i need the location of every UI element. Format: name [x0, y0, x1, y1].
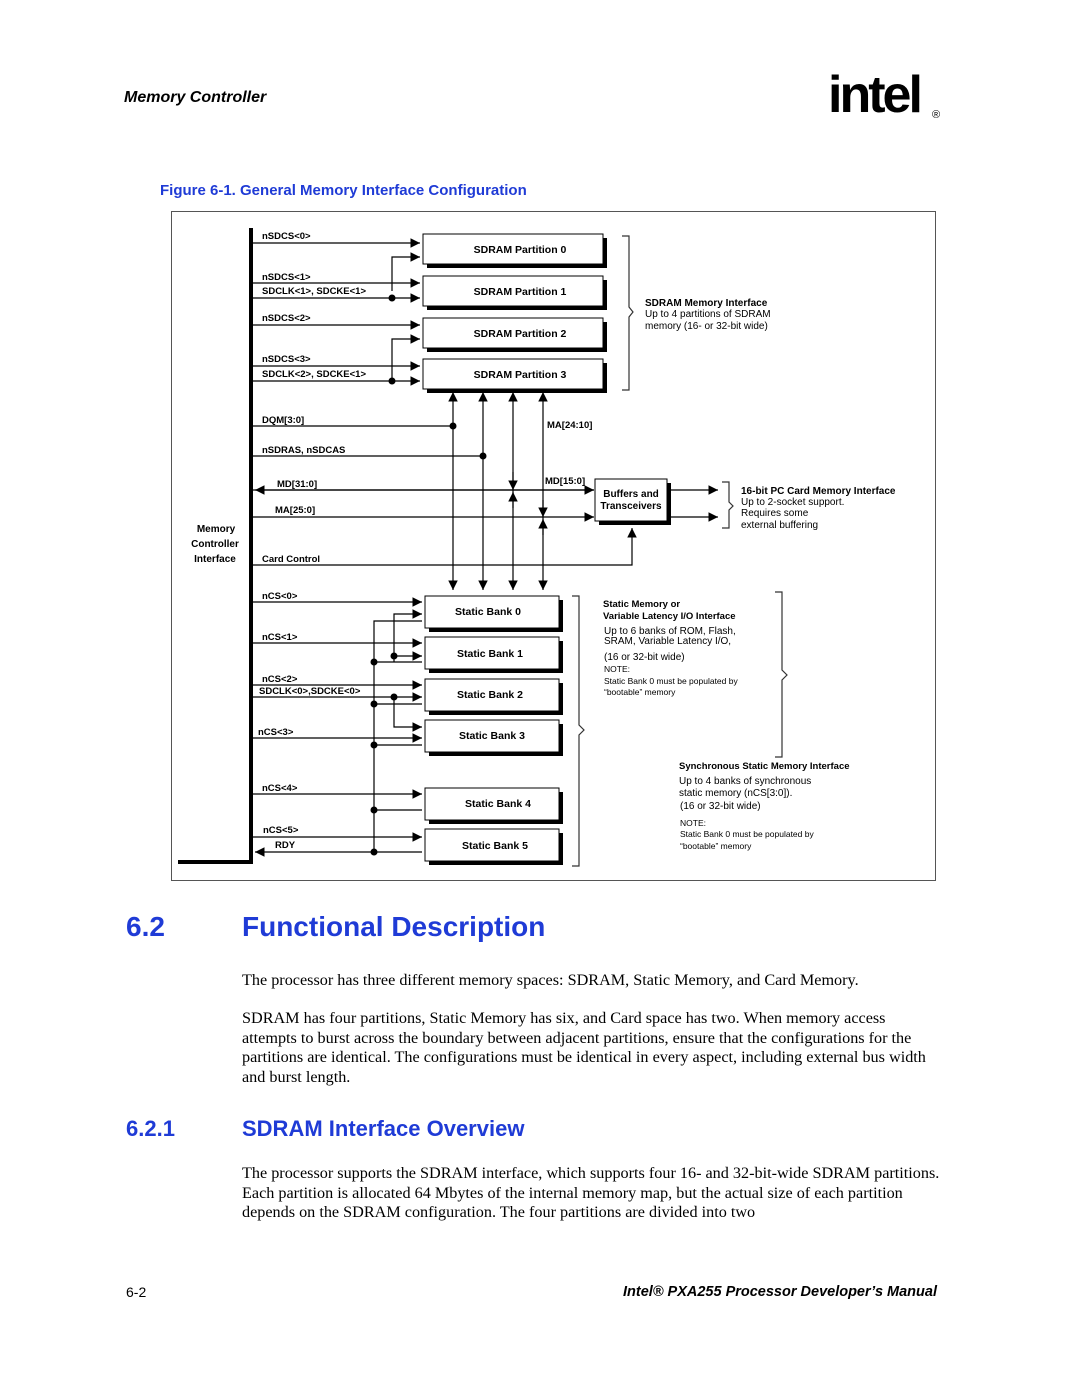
static-bank-4: Static Bank 4 — [465, 798, 531, 810]
static-note: Static Memory or Variable Latency I/O In… — [603, 599, 738, 697]
sync-brace — [775, 591, 788, 758]
pc-card-note: 16-bit PC Card Memory Interface Up to 2-… — [741, 486, 896, 531]
static-bank-2: Static Bank 2 — [457, 689, 523, 701]
buffers-transceivers: Buffers and Transceivers — [594, 478, 671, 525]
pc-card-note-line-2: Requires some — [741, 508, 809, 519]
memory-interface-diagram: SDRAM Partition 0 SDRAM Partition 1 SDRA… — [178, 228, 896, 867]
sdram-note: SDRAM Memory Interface Up to 4 partition… — [645, 298, 771, 332]
label-ma24: MA[24:10] — [547, 420, 592, 431]
label-ras-cas: nSDRAS, nSDCAS — [262, 445, 345, 456]
manual-title: Intel® PXA255 Processor Developer’s Manu… — [623, 1284, 937, 1300]
static-note-label: NOTE: — [604, 664, 630, 674]
sdram-partition-1: SDRAM Partition 1 — [474, 286, 567, 298]
label-nsdcs1: nSDCS<1> — [262, 272, 311, 283]
sdram-partitions: SDRAM Partition 0 SDRAM Partition 1 SDRA… — [422, 233, 607, 393]
controller-label-line-1: Memory — [197, 524, 236, 535]
sync-note-label: NOTE: — [680, 818, 706, 828]
static-bank-5: Static Bank 5 — [462, 840, 528, 852]
subsection-title: SDRAM Interface Overview — [242, 1116, 525, 1141]
static-bank-3: Static Bank 3 — [459, 730, 525, 742]
page-number: 6-2 — [126, 1284, 147, 1300]
static-note-line-2: SRAM, Variable Latency I/O, — [604, 636, 731, 647]
sync-note-note-1: Static Bank 0 must be populated by — [680, 829, 814, 839]
sdram-partition-2: SDRAM Partition 2 — [474, 328, 567, 340]
paragraph: SDRAM has four partitions, Static Memory… — [242, 1009, 926, 1086]
static-bank-1: Static Bank 1 — [457, 648, 523, 660]
static-banks: Static Bank 0 Static Bank 1 Static Bank … — [424, 595, 563, 865]
sync-note-title: Synchronous Static Memory Interface — [679, 761, 850, 772]
static-bank-0: Static Bank 0 — [455, 606, 521, 618]
label-dqm: DQM[3:0] — [262, 415, 304, 426]
pc-card-brace — [722, 481, 734, 529]
label-sdclk1: SDCLK<1>, SDCKE<1> — [262, 286, 366, 297]
sdram-partition-3: SDRAM Partition 3 — [474, 369, 567, 381]
pc-card-note-title: 16-bit PC Card Memory Interface — [741, 486, 896, 497]
label-card-control: Card Control — [262, 554, 320, 565]
buffers-label-1: Buffers and — [603, 489, 659, 500]
label-ncs1: nCS<1> — [262, 632, 298, 643]
sdram-brace — [622, 235, 634, 391]
label-sdclk0: SDCLK<0>,SDCKE<0> — [259, 686, 361, 697]
sdram-note-line-1: Up to 4 partitions of SDRAM — [645, 309, 771, 320]
label-nsdcs3: nSDCS<3> — [262, 354, 311, 365]
sdram-partition-0: SDRAM Partition 0 — [474, 244, 567, 256]
pc-card-note-line-3: external buffering — [741, 520, 818, 531]
label-ma25: MA[25:0] — [275, 505, 315, 516]
paragraph: The processor supports the SDRAM interfa… — [242, 1164, 940, 1221]
section-title: Functional Description — [242, 911, 546, 942]
sync-note-line-3: (16 or 32-bit wide) — [680, 801, 761, 812]
paragraph: The processor has three different memory… — [242, 971, 859, 989]
section-number: 6.2 — [126, 911, 165, 942]
static-note-note-2: “bootable” memory — [604, 687, 676, 697]
static-brace — [572, 595, 585, 867]
controller-label-line-3: Interface — [194, 554, 236, 565]
buffers-label-2: Transceivers — [600, 501, 662, 512]
controller-label: Memory Controller Interface — [191, 524, 239, 565]
static-note-title-2: Variable Latency I/O Interface — [603, 611, 736, 622]
sdram-note-title: SDRAM Memory Interface — [645, 298, 768, 309]
controller-label-line-2: Controller — [191, 539, 239, 550]
static-note-line-3: (16 or 32-bit wide) — [604, 652, 685, 663]
pc-card-note-line-1: Up to 2-socket support. — [741, 497, 844, 508]
label-nsdcs0: nSDCS<0> — [262, 231, 311, 242]
label-nsdcs2: nSDCS<2> — [262, 313, 311, 324]
label-md31: MD[31:0] — [277, 479, 317, 490]
static-note-title-1: Static Memory or — [603, 599, 680, 610]
sdram-note-line-2: memory (16- or 32-bit wide) — [645, 321, 768, 332]
sync-note-line-1: Up to 4 banks of synchronous — [679, 776, 811, 787]
sync-note-note-2: “bootable” memory — [680, 841, 752, 851]
sync-note-line-2: static memory (nCS[3:0]). — [679, 788, 792, 799]
label-ncs2: nCS<2> — [262, 674, 298, 685]
label-rdy: RDY — [275, 840, 296, 851]
label-ncs3: nCS<3> — [258, 727, 294, 738]
static-note-note-1: Static Bank 0 must be populated by — [604, 676, 738, 686]
label-sdclk2: SDCLK<2>, SDCKE<1> — [262, 369, 366, 380]
label-ncs0: nCS<0> — [262, 591, 298, 602]
subsection-number: 6.2.1 — [126, 1116, 175, 1141]
label-md15: MD[15:0] — [545, 476, 585, 487]
label-ncs5: nCS<5> — [263, 825, 299, 836]
label-ncs4: nCS<4> — [262, 783, 298, 794]
sync-note: Synchronous Static Memory Interface Up t… — [679, 761, 850, 851]
